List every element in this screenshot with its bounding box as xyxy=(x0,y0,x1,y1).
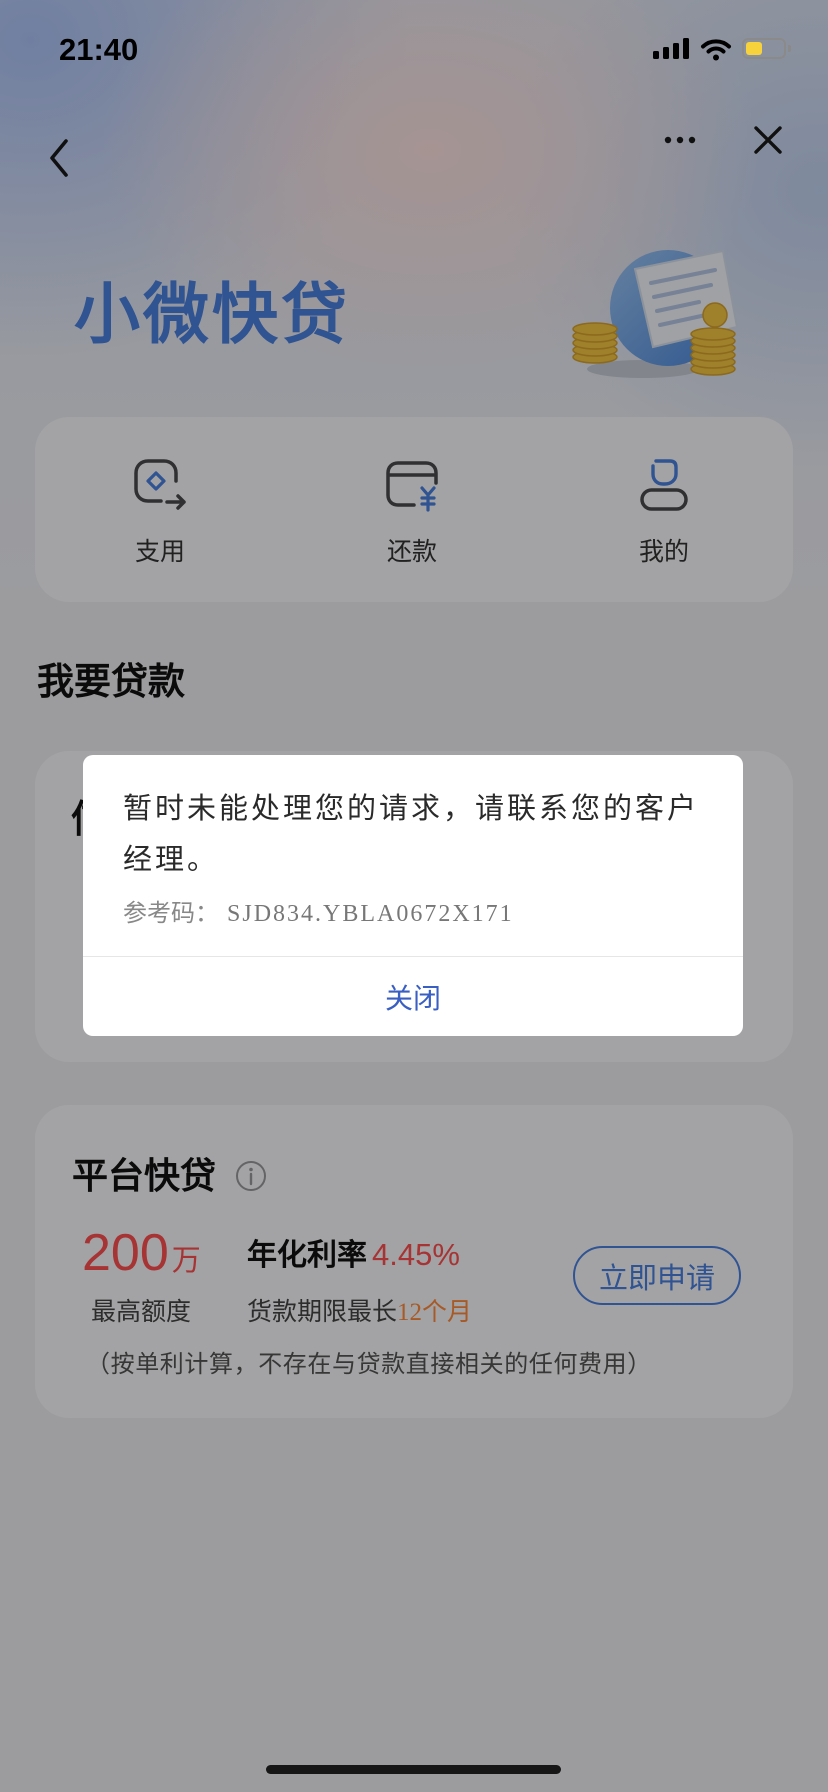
home-indicator[interactable] xyxy=(266,1765,561,1774)
dialog-close-button[interactable]: 关闭 xyxy=(83,957,743,1036)
dialog-message: 暂时未能处理您的请求，请联系您的客户经理。 xyxy=(123,793,700,876)
battery-nub xyxy=(788,45,791,52)
reference-code: 参考码： SJD834.YBLA0672X171 xyxy=(123,900,514,927)
status-time: 21:40 xyxy=(59,32,139,67)
error-dialog: 暂时未能处理您的请求，请联系您的客户经理。 参考码： SJD834.YBLA06… xyxy=(83,755,743,1036)
reference-code-label: 参考码： xyxy=(123,900,219,927)
wifi-icon xyxy=(701,39,731,61)
reference-code-value: SJD834.YBLA0672X171 xyxy=(227,901,514,927)
battery-icon xyxy=(742,38,786,59)
cellular-signal-icon xyxy=(653,38,689,59)
status-bar: 21:40 xyxy=(0,0,828,80)
battery-level xyxy=(746,42,763,55)
